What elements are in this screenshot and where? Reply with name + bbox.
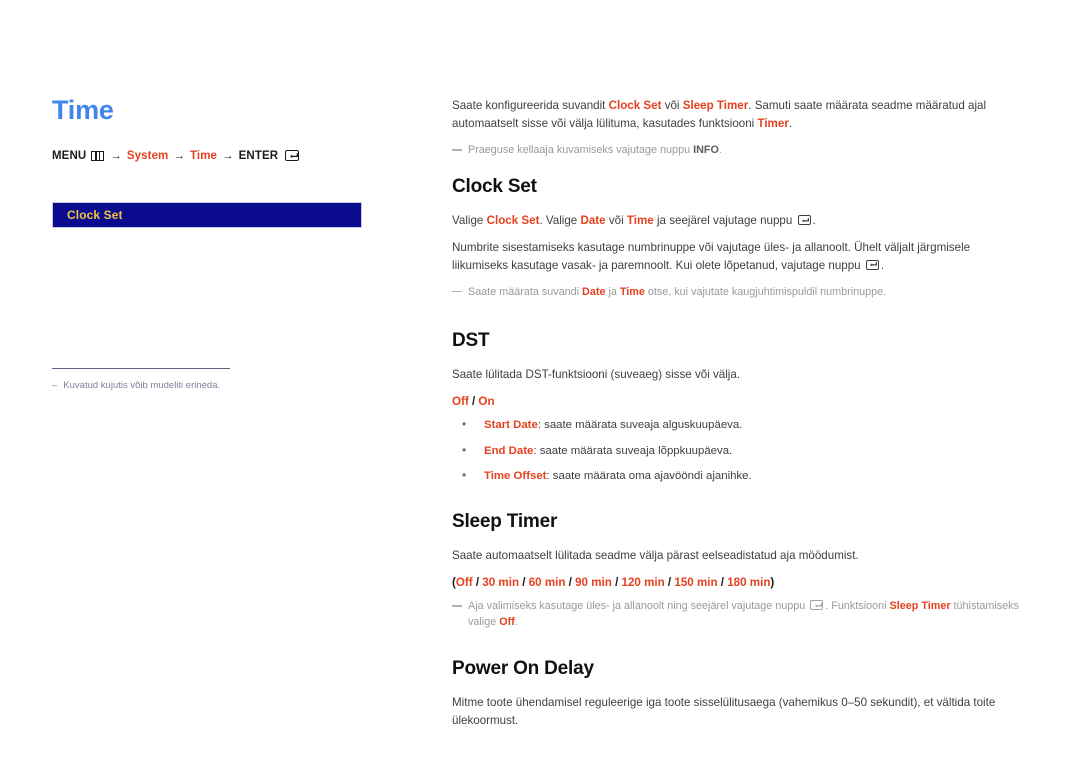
osd-menu-screenshot: Clock Set — [52, 201, 362, 228]
st-note-part-1: Aja valimiseks kasutage üles- ja allanoo… — [468, 599, 809, 612]
sleep-timer-option-4: 120 min — [621, 575, 665, 589]
osd-item-clock-set: Clock Set — [67, 207, 123, 222]
cs-note-part-1: Saate määrata suvandi — [468, 285, 583, 298]
footnote-label: Kuvatud kujutis võib mudeliti erineda. — [63, 380, 221, 391]
footnote-row: ‒ Kuvatud kujutis võib mudeliti erineda. — [52, 380, 352, 392]
intro-note-part-1: Praeguse kellaaja kuvamiseks vajutage nu… — [468, 143, 694, 156]
section-dst: DST Saate lülitada DST-funktsiooni (suve… — [452, 330, 1022, 485]
left-column: Time MENU → System → Time → ENTER Clock … — [52, 95, 412, 228]
dst-bullet-term-time-offset: Time Offset — [484, 470, 547, 483]
sleep-timer-option-1: 30 min — [482, 575, 520, 589]
cs-p2-text-end: . — [880, 258, 885, 272]
cs-note-term-time: Time — [619, 285, 645, 298]
left-footnote: ‒ Kuvatud kujutis võib mudeliti erineda. — [52, 368, 352, 392]
cs-p1-part-3: või — [605, 213, 627, 227]
sleep-timer-paren-close: ) — [770, 575, 775, 589]
footnote-dash: ‒ — [52, 380, 58, 391]
cs-p1-part-5: . — [812, 213, 816, 227]
path-arrow-1: → — [110, 149, 122, 162]
enter-key-icon — [285, 150, 300, 162]
dst-option-on: On — [478, 394, 495, 408]
sleep-timer-sep-3: / — [611, 575, 622, 589]
clock-set-paragraph-1: Valige Clock Set. Valige Date või Time j… — [452, 212, 1022, 230]
path-item-time: Time — [190, 149, 218, 162]
cs-note-part-3: otse, kui vajutate kaugjuhtimispuldil nu… — [644, 285, 887, 298]
intro-term-sleep-timer: Sleep Timer — [682, 99, 749, 112]
page-title: Time — [52, 95, 114, 125]
cs-p1-term-date: Date — [580, 213, 606, 227]
section-heading-clock-set: Clock Set — [452, 176, 537, 198]
cs-p1-part-1: Valige — [452, 213, 487, 227]
section-heading-power-on-delay: Power On Delay — [452, 658, 594, 680]
sleep-timer-sep-4: / — [664, 575, 675, 589]
menu-label: MENU — [52, 149, 87, 162]
section-sleep-timer: Sleep Timer Saate automaatselt lülitada … — [452, 511, 1022, 631]
path-item-system: System — [126, 149, 169, 162]
dst-bullet-text-time-offset: : saate määrata oma ajavööndi ajanihke. — [546, 470, 752, 483]
dst-option-separator: / — [468, 394, 479, 408]
dst-paragraph-1: Saate lülitada DST-funktsiooni (suveaeg)… — [452, 367, 741, 381]
intro-part-1: Saate konfigureerida suvandit — [452, 99, 609, 112]
dst-options: Off / On — [452, 393, 1022, 410]
enter-label: ENTER — [238, 149, 279, 162]
cs-p1-part-2: . Valige — [539, 213, 581, 227]
intro-term-clock-set: Clock Set — [608, 99, 662, 112]
cs-p1-term-time: Time — [626, 213, 654, 227]
sleep-timer-sep-1: / — [519, 575, 529, 589]
intro-note: Praeguse kellaaja kuvamiseks vajutage nu… — [452, 142, 1022, 158]
section-heading-sleep-timer: Sleep Timer — [452, 510, 558, 532]
intro-part-4: . — [788, 116, 793, 130]
enter-key-icon — [810, 599, 824, 610]
clock-set-paragraph-2: Numbrite sisestamiseks kasutage numbrinu… — [452, 239, 1022, 275]
power-on-delay-paragraph-1: Mitme toote ühendamisel reguleerige iga … — [452, 696, 996, 728]
manual-page: Time MENU → System → Time → ENTER Clock … — [0, 0, 1080, 763]
sleep-timer-sep-2: / — [565, 575, 576, 589]
sleep-timer-sep-5: / — [717, 575, 728, 589]
menu-navigation-path: MENU → System → Time → ENTER — [52, 150, 412, 162]
dst-bullet-text-start-date: : saate määrata suveaja alguskuupäeva. — [537, 419, 743, 432]
cs-p1-part-4: ja seejärel vajutage nuppu — [653, 213, 796, 227]
section-heading-dst: DST — [452, 330, 490, 352]
section-clock-set: Clock Set Valige Clock Set. Valige Date … — [452, 176, 1022, 300]
path-arrow-2: → — [173, 149, 185, 162]
list-item: Time Offset: saate määrata oma ajavööndi… — [452, 467, 1022, 485]
sleep-timer-note: Aja valimiseks kasutage üles- ja allanoo… — [452, 598, 1022, 630]
intro-term-timer: Timer — [757, 116, 789, 130]
sleep-timer-option-2: 60 min — [528, 575, 566, 589]
sleep-timer-paragraph-1: Saate automaatselt lülitada seadme välja… — [452, 548, 859, 562]
dst-option-off: Off — [452, 394, 469, 408]
path-arrow-3: → — [222, 149, 234, 162]
sleep-timer-options: (Off / 30 min / 60 min / 90 min / 120 mi… — [452, 574, 1022, 591]
intro-part-2: või — [661, 99, 683, 112]
sleep-timer-sep-0: / — [472, 575, 483, 589]
sleep-timer-option-0: Off — [455, 575, 473, 589]
cs-p1-term-clock-set: Clock Set — [486, 213, 540, 227]
sleep-timer-option-6: 180 min — [727, 575, 771, 589]
dst-bullet-term-start-date: Start Date — [484, 419, 538, 432]
clock-set-note: Saate määrata suvandi Date ja Time otse,… — [452, 284, 1022, 300]
right-column: Saate konfigureerida suvandit Clock Set … — [452, 97, 1022, 760]
st-note-term-off: Off — [499, 616, 515, 629]
list-item: End Date: saate määrata suveaja lõppkuup… — [452, 442, 1022, 460]
dst-bullet-list: Start Date: saate määrata suveaja algusk… — [452, 416, 1022, 485]
section-power-on-delay: Power On Delay Mitme toote ühendamisel r… — [452, 658, 1022, 730]
sleep-timer-option-5: 150 min — [674, 575, 718, 589]
footnote-divider — [52, 368, 230, 369]
enter-key-icon — [797, 214, 811, 225]
list-item: Start Date: saate määrata suveaja algusk… — [452, 416, 1022, 434]
cs-p2-text: Numbrite sisestamiseks kasutage numbrinu… — [452, 240, 971, 272]
st-note-part-2: . Funktsiooni — [825, 599, 890, 612]
intro-note-term-info: INFO — [693, 143, 719, 156]
dst-bullet-text-end-date: : saate määrata suveaja lõppkuupäeva. — [533, 444, 733, 457]
intro-note-part-2: . — [718, 143, 722, 156]
intro-paragraph: Saate konfigureerida suvandit Clock Set … — [452, 97, 1022, 133]
sleep-timer-option-3: 90 min — [575, 575, 612, 589]
enter-key-icon — [865, 259, 879, 270]
st-note-part-4: . — [514, 616, 518, 629]
cs-note-part-2: ja — [605, 285, 620, 298]
cs-note-term-date: Date — [582, 285, 606, 298]
menu-grid-icon — [91, 150, 105, 161]
st-note-term-sleep-timer: Sleep Timer — [889, 599, 951, 612]
dst-bullet-term-end-date: End Date — [484, 444, 534, 457]
